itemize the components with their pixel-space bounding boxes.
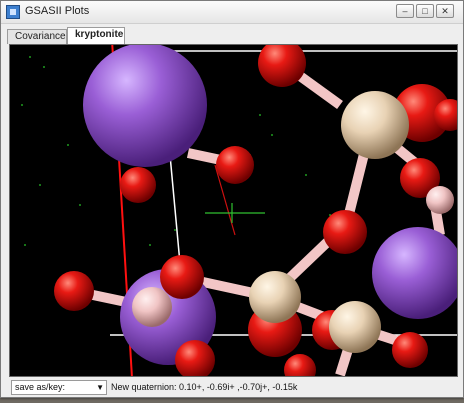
chevron-down-icon: ▼ [96,383,104,392]
save-key-select-value: save as/key: [15,382,66,392]
atom-pink [426,186,454,214]
atom-red [392,332,428,368]
minimize-button[interactable]: – [396,4,414,18]
plot-tabs: Covariance kryptonite [7,27,457,44]
close-button[interactable]: ✕ [436,4,454,18]
atoms [54,45,457,376]
tab-kryptonite[interactable]: kryptonite [67,27,125,44]
atom-beige [329,301,381,353]
atom-pink [132,287,172,327]
title-bar[interactable]: GSASII Plots – □ ✕ [1,1,463,24]
atom-red [284,354,316,376]
atom-red [323,210,367,254]
structure-canvas[interactable] [10,45,458,377]
save-key-select[interactable]: save as/key: ▼ [11,380,107,395]
atom-beige [341,91,409,159]
atom-purple [83,45,207,167]
plot-window: GSASII Plots – □ ✕ Covariance kryptonite [0,0,464,398]
app-icon [6,5,20,19]
quaternion-status: New quaternion: 0.10+, -0.69i+ ,-0.70j+,… [111,382,298,392]
atom-red [160,255,204,299]
atom-purple [372,227,457,319]
atom-red [54,271,94,311]
structure-3d-view[interactable] [9,44,458,377]
atom-red [120,167,156,203]
status-bar: save as/key: ▼ New quaternion: 0.10+, -0… [9,380,458,396]
tab-covariance[interactable]: Covariance [7,29,67,44]
maximize-button[interactable]: □ [416,4,434,18]
atom-beige [249,271,301,323]
window-title: GSASII Plots [25,5,90,17]
atom-red [216,146,254,184]
